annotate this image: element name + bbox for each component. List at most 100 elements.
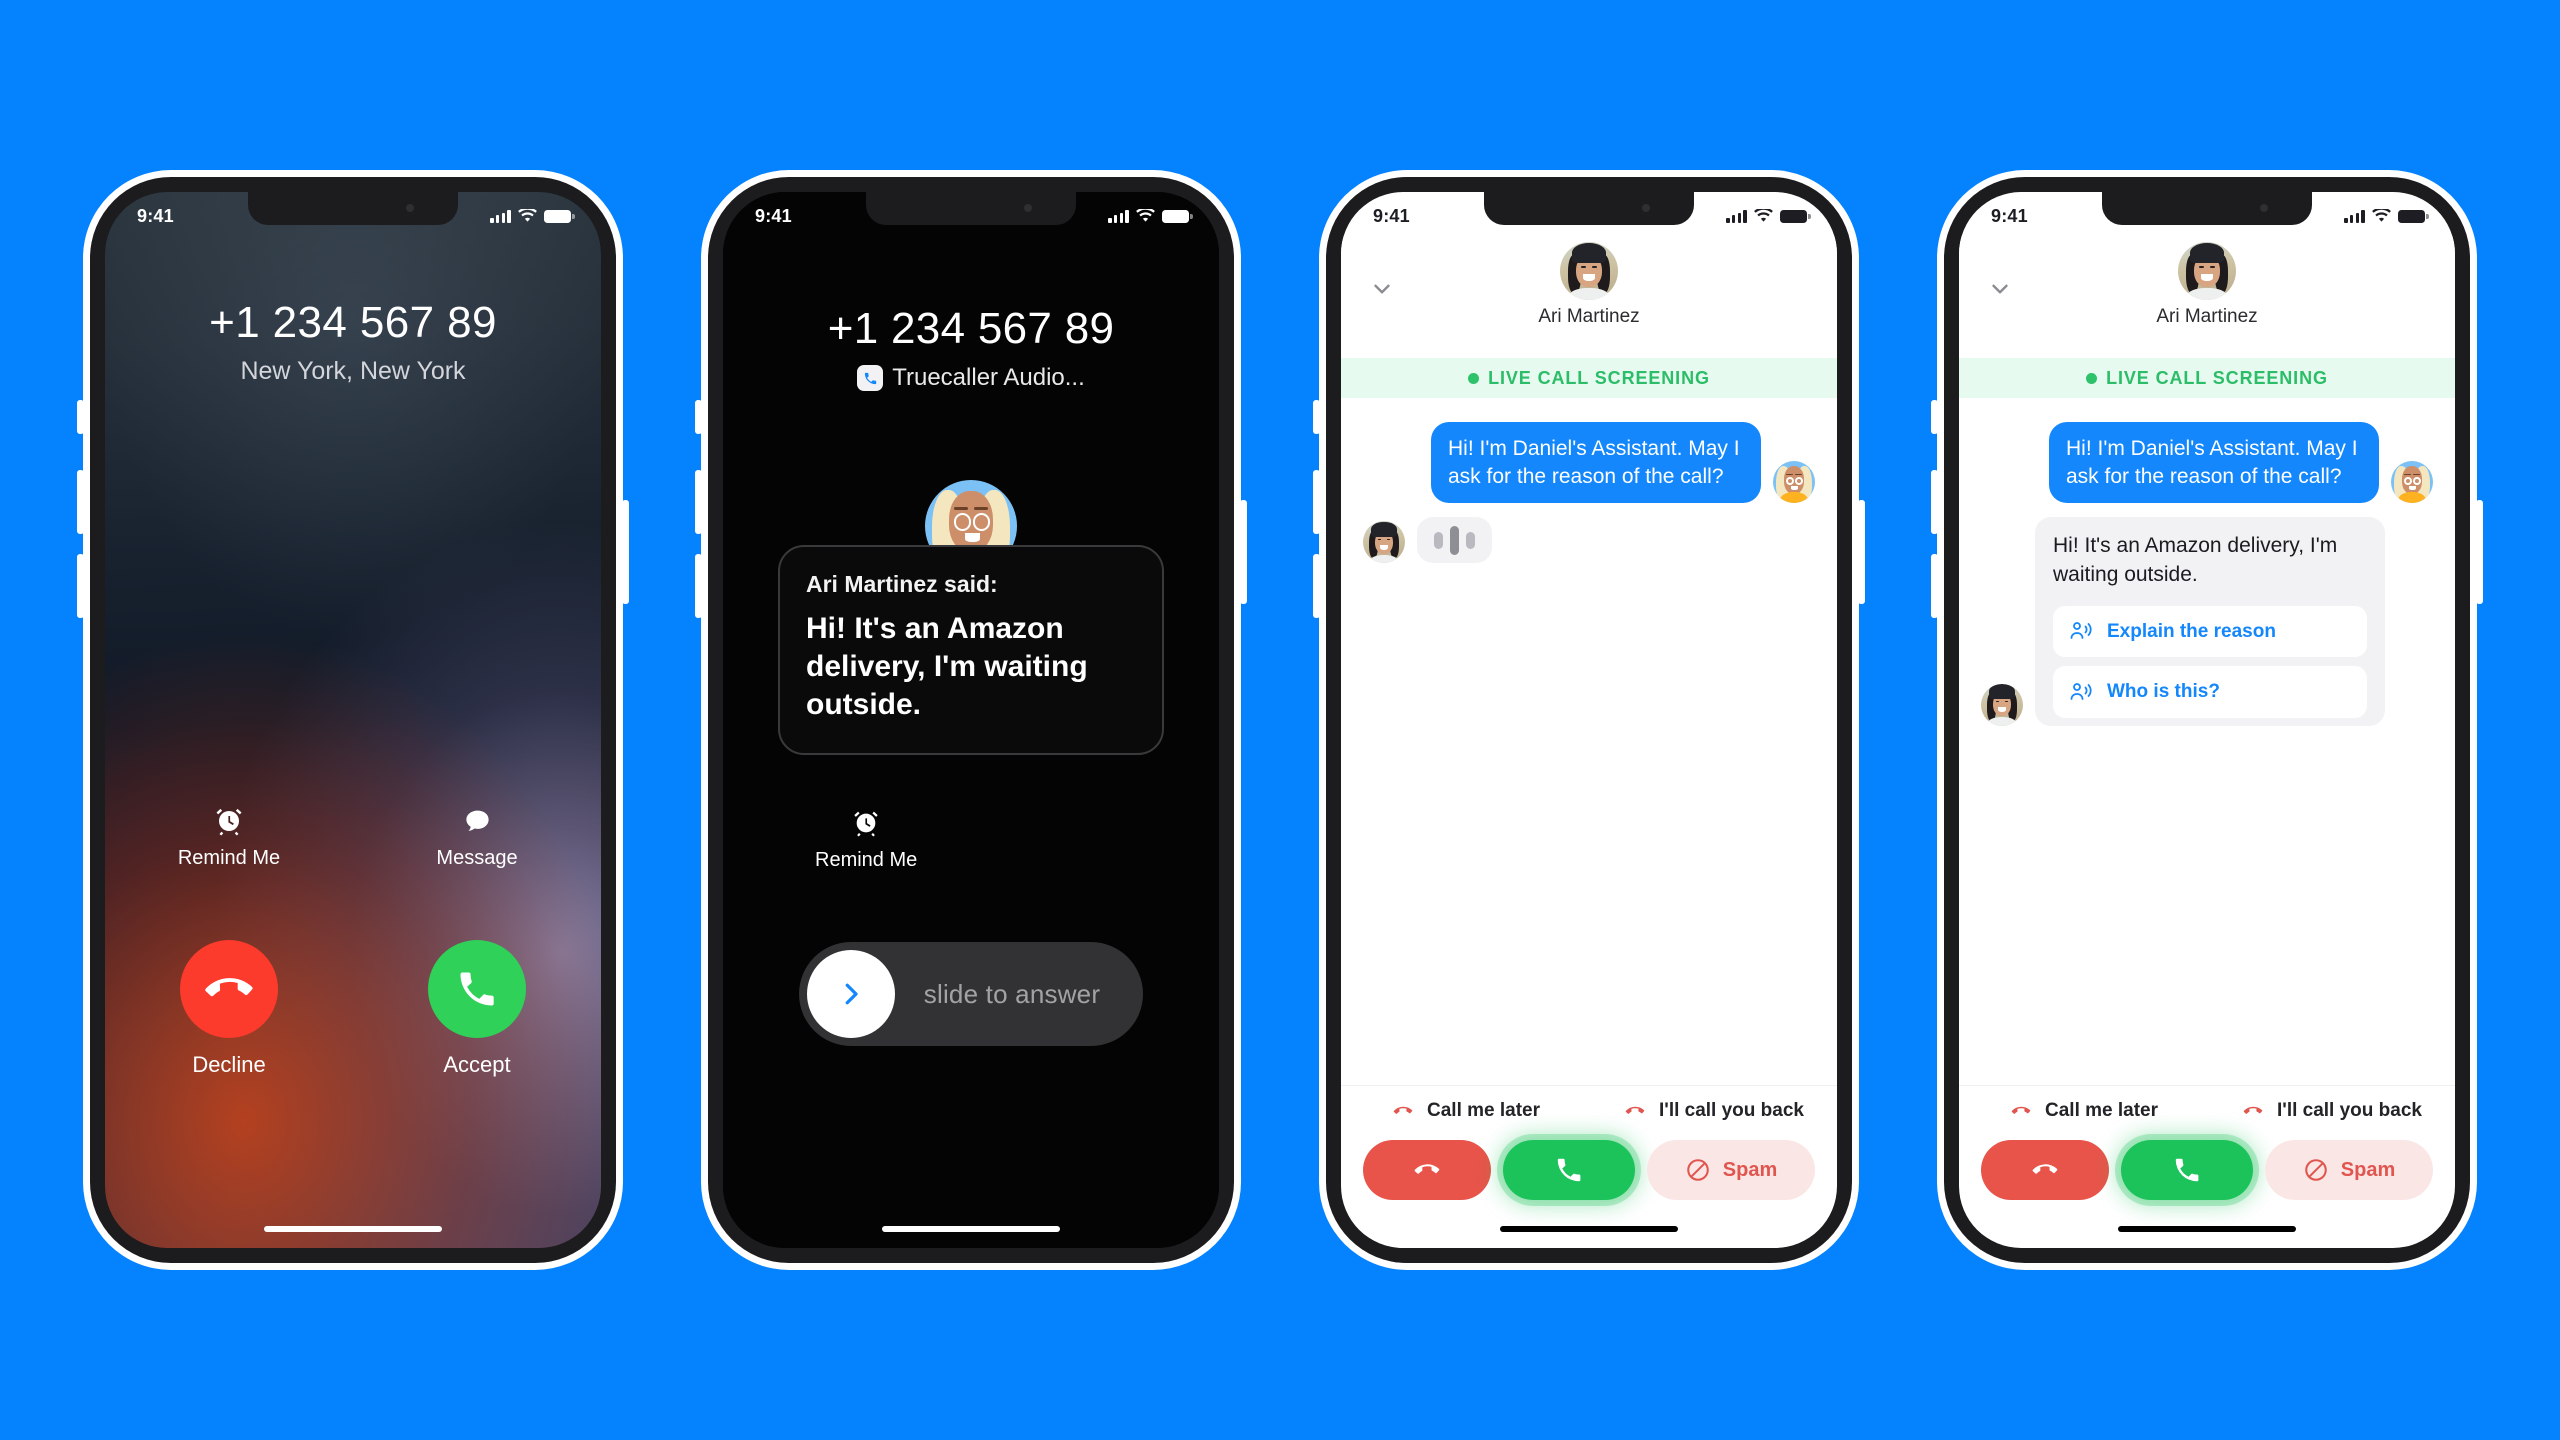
accept-button[interactable] — [428, 940, 526, 1038]
phone-1-screen: 9:41 +1 234 567 89 New York, New York Re… — [105, 192, 601, 1248]
quick-reply-call-me-later[interactable]: Call me later — [1341, 1100, 1589, 1122]
silent-switch[interactable] — [77, 400, 84, 434]
accept-action[interactable]: Accept — [353, 940, 601, 1078]
answer-button[interactable] — [2121, 1140, 2253, 1200]
app-source: Truecaller Audio... — [723, 364, 1219, 392]
suggestion-who-is-this[interactable]: Who is this? — [2053, 666, 2367, 718]
quick-reply-label: I'll call you back — [1659, 1100, 1804, 1121]
screening-transcript-card: Ari Martinez said: Hi! It's an Amazon de… — [778, 545, 1164, 756]
quick-reply-ill-call-you-back[interactable]: I'll call you back — [1589, 1100, 1837, 1122]
home-indicator — [882, 1226, 1060, 1232]
slider-knob[interactable] — [807, 950, 895, 1038]
caller-message-text: Hi! It's an Amazon delivery, I'm waiting… — [2053, 534, 2338, 586]
volume-down-button[interactable] — [1313, 554, 1320, 618]
hangup-phone-icon — [1625, 1106, 1645, 1114]
assistant-message-bubble: Hi! I'm Daniel's Assistant. May I ask fo… — [2049, 422, 2379, 504]
contact-name: Ari Martinez — [1538, 306, 1640, 327]
quick-reply-label: Call me later — [1427, 1100, 1540, 1121]
spam-label: Spam — [1722, 1158, 1778, 1181]
quick-reply-label: I'll call you back — [2277, 1100, 2422, 1121]
notch — [866, 192, 1076, 225]
silent-switch[interactable] — [1931, 400, 1938, 434]
power-button[interactable] — [622, 500, 629, 604]
volume-up-button[interactable] — [77, 470, 84, 534]
hangup-phone-icon — [1414, 1164, 1440, 1174]
slide-to-answer-label: slide to answer — [923, 978, 1101, 1009]
caller-info: +1 234 567 89 New York, New York — [105, 298, 601, 386]
live-status-dot — [2086, 372, 2098, 384]
power-button[interactable] — [1240, 500, 1247, 604]
volume-down-button[interactable] — [77, 554, 84, 618]
caller-info: +1 234 567 89 Truecaller Audio... — [723, 304, 1219, 392]
alarm-clock-icon — [105, 802, 353, 840]
decline-button[interactable] — [180, 940, 278, 1038]
live-status-dot — [1468, 372, 1480, 384]
live-call-screening-label: LIVE CALL SCREENING — [2106, 367, 2328, 388]
message-row-outgoing: Hi! I'm Daniel's Assistant. May I ask fo… — [1363, 422, 1815, 504]
status-time: 9:41 — [755, 205, 792, 226]
transcript-speaker: Ari Martinez said: — [806, 571, 998, 597]
hangup-button[interactable] — [1363, 1140, 1491, 1200]
suggestion-explain-the-reason[interactable]: Explain the reason — [2053, 605, 2367, 658]
message-thread: Hi! I'm Daniel's Assistant. May I ask fo… — [1959, 404, 2455, 1058]
notch — [248, 192, 458, 225]
message-label: Message — [436, 847, 518, 869]
hangup-phone-icon — [2011, 1106, 2031, 1114]
silent-switch[interactable] — [695, 400, 702, 434]
quick-reply-call-me-later[interactable]: Call me later — [1959, 1100, 2207, 1122]
volume-down-button[interactable] — [1931, 554, 1938, 618]
ari-martinez-photo-avatar — [1363, 521, 1405, 564]
app-label: Truecaller Audio... — [892, 364, 1085, 391]
status-icons — [490, 209, 575, 223]
spam-button[interactable]: Spam — [1647, 1140, 1815, 1200]
phone-4-screening-suggestions: 9:41 Ari Martinez LIVE CALL SCREENING Hi… — [1931, 170, 2483, 1270]
volume-up-button[interactable] — [1931, 470, 1938, 534]
quick-reply-ill-call-you-back[interactable]: I'll call you back — [2207, 1100, 2455, 1122]
phone-icon — [2175, 1158, 2199, 1182]
volume-up-button[interactable] — [695, 470, 702, 534]
accept-label: Accept — [443, 1052, 511, 1077]
spam-label: Spam — [2340, 1158, 2396, 1181]
hangup-phone-icon — [2243, 1106, 2263, 1114]
quick-reply-bar: Call me later I'll call you back — [1959, 1085, 2455, 1122]
silent-switch[interactable] — [1313, 400, 1320, 434]
status-icons — [2344, 209, 2429, 223]
hangup-button[interactable] — [1981, 1140, 2109, 1200]
remind-me-action[interactable]: Remind Me — [815, 804, 917, 872]
caller-number: +1 234 567 89 — [827, 304, 1115, 353]
chevron-right-icon — [845, 983, 858, 1005]
decline-action[interactable]: Decline — [105, 940, 353, 1078]
battery-icon — [544, 209, 575, 223]
battery-icon — [2398, 209, 2429, 223]
power-button[interactable] — [2476, 500, 2483, 604]
phone-2-screen: 9:41 +1 234 567 89 Truecaller Audio... A… — [723, 192, 1219, 1248]
status-icons — [1108, 209, 1193, 223]
quick-reply-bar: Call me later I'll call you back — [1341, 1085, 1837, 1122]
block-circle-icon — [1686, 1159, 1709, 1181]
live-call-screening-banner: LIVE CALL SCREENING — [1341, 358, 1837, 398]
chevron-down-icon[interactable] — [1367, 274, 1397, 304]
speaking-person-icon — [2070, 682, 2092, 700]
slide-to-answer-slider[interactable]: slide to answer — [799, 942, 1143, 1046]
battery-icon — [1780, 209, 1811, 223]
suggestion-label: Who is this? — [2107, 681, 2220, 703]
wifi-icon — [518, 209, 537, 223]
speaking-person-icon — [2070, 622, 2092, 640]
power-button[interactable] — [1858, 500, 1865, 604]
remind-me-action[interactable]: Remind Me — [105, 802, 353, 870]
message-row-outgoing: Hi! I'm Daniel's Assistant. May I ask fo… — [1981, 422, 2433, 504]
spam-button[interactable]: Spam — [2265, 1140, 2433, 1200]
hangup-phone-icon — [1393, 1106, 1413, 1114]
call-control-bar: Spam — [1363, 1140, 1815, 1200]
assistant-illustration-avatar — [2391, 461, 2433, 504]
volume-up-button[interactable] — [1313, 470, 1320, 534]
volume-down-button[interactable] — [695, 554, 702, 618]
ari-martinez-photo-avatar — [1981, 683, 2023, 726]
assistant-message-bubble: Hi! I'm Daniel's Assistant. May I ask fo… — [1431, 422, 1761, 504]
chevron-down-icon[interactable] — [1985, 274, 2015, 304]
suggestion-label: Explain the reason — [2107, 620, 2276, 642]
ari-martinez-photo-avatar — [2178, 242, 2236, 300]
answer-button[interactable] — [1503, 1140, 1635, 1200]
remind-me-label: Remind Me — [815, 849, 918, 871]
message-action[interactable]: Message — [353, 802, 601, 870]
